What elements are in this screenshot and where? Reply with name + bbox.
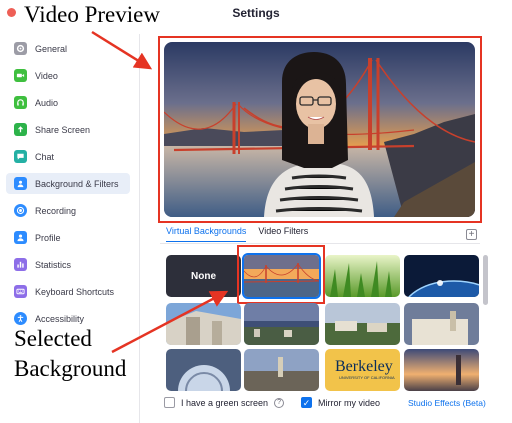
preview-arrow [91, 30, 153, 70]
video-preview-annotation: Video Preview [24, 2, 160, 27]
selected-annotation-line1: Selected [14, 326, 92, 351]
selected-annotation-line2: Background [14, 356, 127, 381]
selected-arrow [111, 290, 229, 354]
selected-background-annotation: Selected Background [14, 324, 126, 384]
